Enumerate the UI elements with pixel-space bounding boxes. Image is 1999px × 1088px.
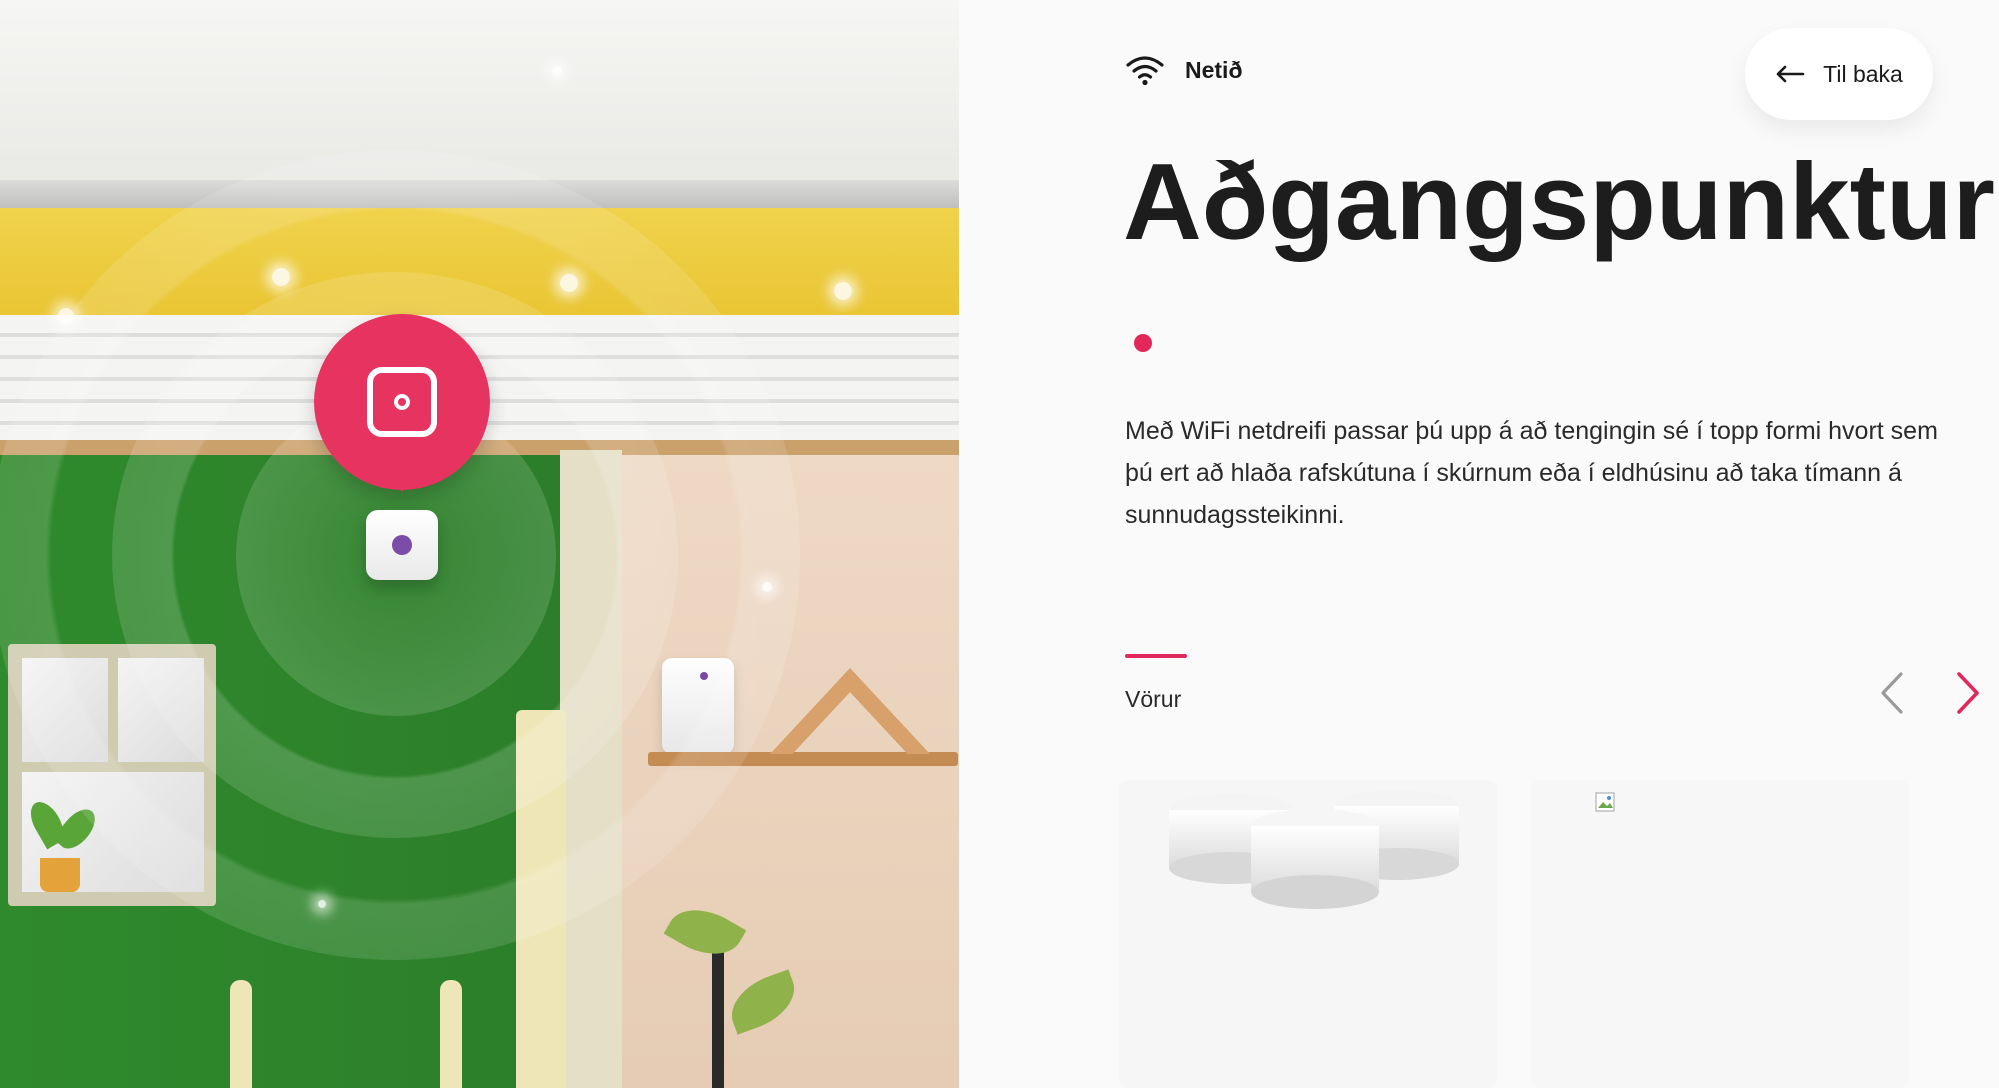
smart-speaker [662,658,734,754]
ceiling [0,0,959,180]
chevron-left-icon [1881,672,1903,714]
category-header: Netið [1125,54,1243,86]
door-frame [516,710,566,1088]
railing-post [230,980,252,1088]
access-point-pin[interactable] [314,314,490,492]
page-description: Með WiFi netdreifi passar þú upp á að te… [1125,417,1938,529]
sparkle [834,282,852,300]
yellow-wall-band [0,208,959,320]
railing-post [440,980,462,1088]
arrow-left-icon [1776,65,1805,83]
page-title: Aðgangspunktur [1123,141,1995,263]
wifi-icon [1126,56,1164,86]
back-button[interactable]: Til baka [1745,28,1933,120]
content-panel: Netið Til baka Aðgangspunktur Með WiFi n… [959,0,1999,1088]
sparkle [318,900,326,908]
sparkle [58,308,74,324]
sparkle [552,66,562,76]
carousel-prev-button[interactable] [1873,668,1913,718]
plant-pot [40,858,80,892]
products-section-label: Vörur [1125,686,1182,712]
shelf [648,752,958,766]
page-indicator-dot [1134,334,1152,352]
sparkle [762,582,772,592]
back-button-label: Til baka [1823,60,1903,87]
chevron-right-icon [1957,672,1979,714]
product-card[interactable] [1531,780,1909,1088]
ceiling-trim [0,180,959,210]
section-accent-line [1125,654,1187,658]
wifi-mesh-pucks-image[interactable] [1165,778,1465,928]
sparkle [272,268,290,286]
wall-corner [560,450,622,1088]
access-point-device[interactable] [366,510,438,580]
room-scene [0,0,959,1088]
access-point-icon [367,367,437,437]
category-label: Netið [1185,56,1243,83]
carousel-next-button[interactable] [1947,668,1987,718]
sparkle [560,274,578,292]
broken-image-icon [1595,792,1615,812]
